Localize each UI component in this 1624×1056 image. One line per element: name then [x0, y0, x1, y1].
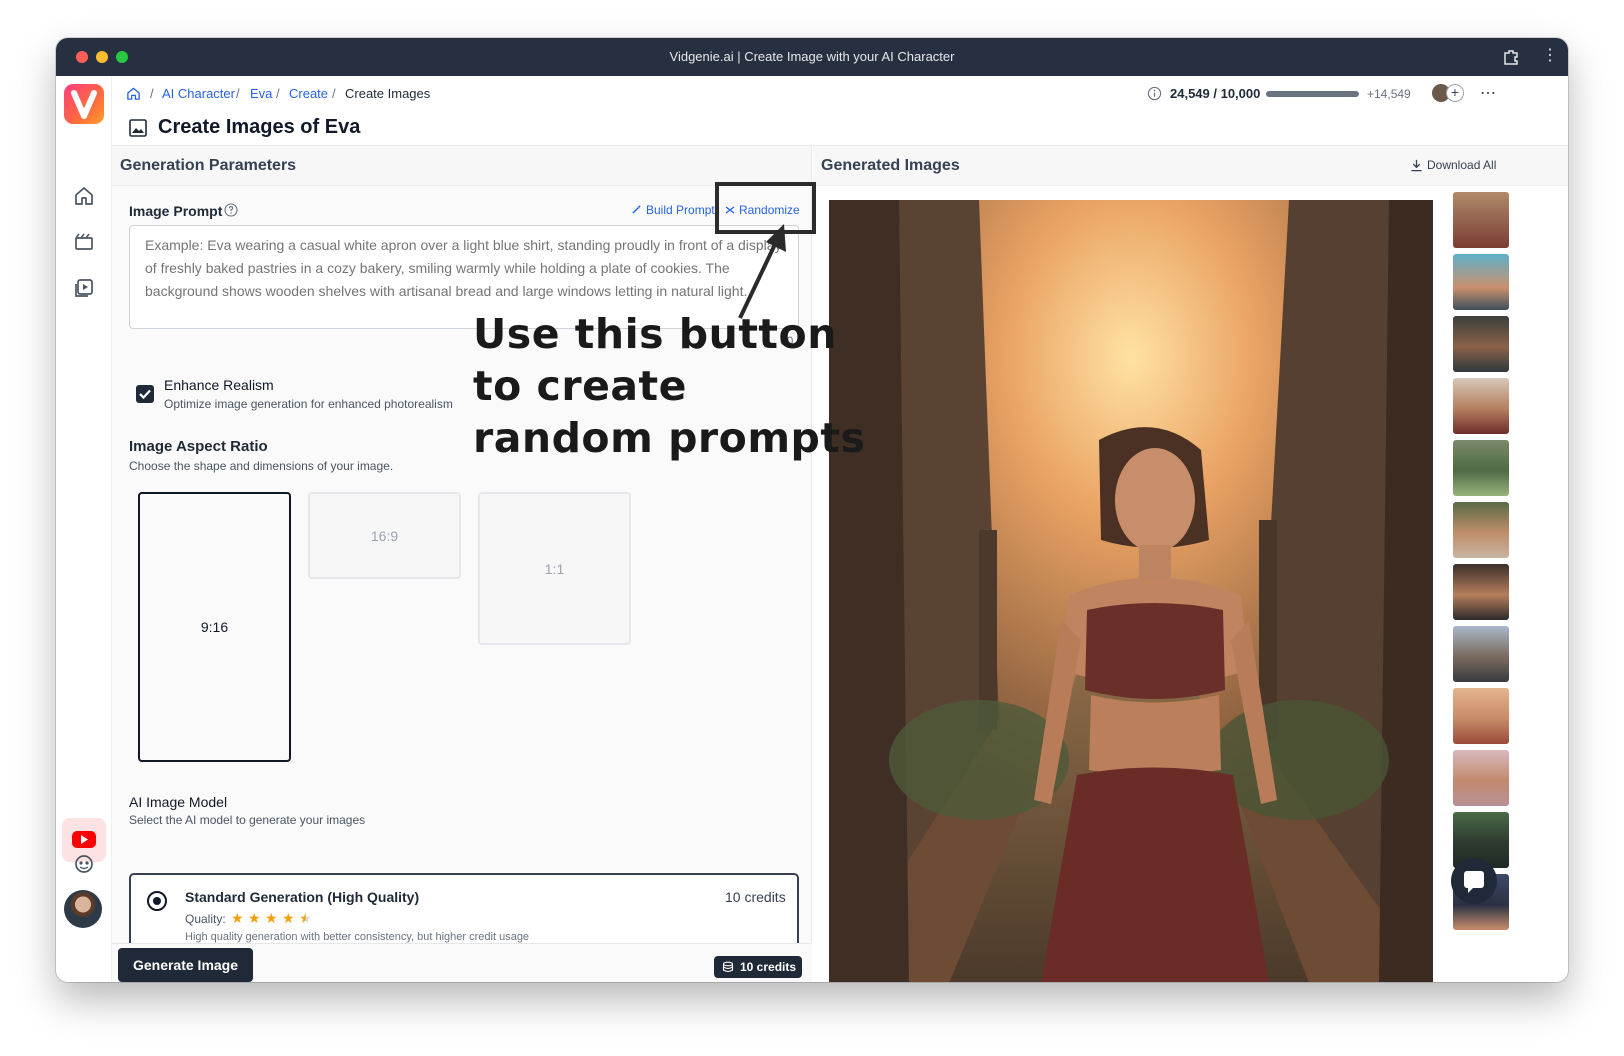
- aspect-option-16-9[interactable]: 16:9: [308, 492, 461, 579]
- generated-photo: [829, 200, 1433, 982]
- generation-parameters-panel: Generation Parameters Image Prompt Build…: [112, 145, 812, 982]
- model-option-description: High quality generation with better cons…: [185, 931, 530, 943]
- top-navigation-bar: / AI Character / Eva / Create / Create I…: [112, 76, 1568, 110]
- image-prompt-label: Image Prompt: [129, 203, 223, 219]
- chat-icon: [1464, 871, 1484, 893]
- generate-image-button[interactable]: Generate Image: [118, 948, 253, 982]
- database-icon: [722, 961, 734, 973]
- window-titlebar: Vidgenie.ai | Create Image with your AI …: [56, 38, 1568, 76]
- window-title: Vidgenie.ai | Create Image with your AI …: [669, 49, 955, 64]
- check-icon: [139, 389, 151, 400]
- breadcrumb-separator: /: [236, 86, 240, 101]
- credit-cost-text: 10 credits: [740, 960, 797, 974]
- more-vertical-icon[interactable]: ⋮: [1542, 47, 1558, 65]
- wand-icon: [632, 204, 642, 214]
- breadcrumb-current: Create Images: [345, 86, 431, 101]
- video-library-icon[interactable]: [72, 276, 96, 300]
- annotation-arrow: [738, 224, 786, 319]
- help-circle-icon[interactable]: [224, 203, 238, 217]
- clapperboard-icon[interactable]: [72, 230, 96, 254]
- thumbnail-image[interactable]: [1453, 688, 1509, 744]
- aspect-option-label: 9:16: [200, 619, 229, 635]
- thumbnail-image[interactable]: [1453, 626, 1509, 682]
- home-icon[interactable]: [72, 184, 96, 208]
- panel-heading: Generation Parameters: [120, 157, 297, 174]
- download-icon: [1411, 159, 1422, 172]
- chat-support-button[interactable]: [1451, 858, 1497, 904]
- thumbnail-image[interactable]: [1453, 192, 1509, 248]
- annotation-line: Use this button: [473, 310, 837, 358]
- logo-v-icon: [71, 90, 97, 119]
- user-avatar[interactable]: [64, 890, 102, 928]
- half-star-icon: ★: [299, 910, 312, 926]
- credits-extra: +14,549: [1367, 87, 1411, 101]
- thumbnail-image[interactable]: [1453, 502, 1509, 558]
- credits-usage: 24,549 / 10,000: [1170, 86, 1261, 101]
- page-header: Create Images of Eva: [112, 110, 1568, 144]
- app-logo[interactable]: [64, 84, 104, 124]
- panel-heading: Generated Images: [821, 157, 960, 174]
- enhance-realism-description: Optimize image generation for enhanced p…: [164, 397, 453, 411]
- info-icon[interactable]: [1147, 86, 1162, 101]
- thumbnail-image[interactable]: [1453, 750, 1509, 806]
- credit-cost-badge: 10 credits: [714, 956, 802, 978]
- page-title: Create Images of Eva: [158, 116, 361, 138]
- extension-icon[interactable]: [1502, 48, 1520, 66]
- enhance-realism-checkbox[interactable]: [136, 385, 154, 403]
- aspect-option-9-16[interactable]: 9:16: [138, 492, 291, 762]
- aspect-option-label: 1:1: [544, 560, 565, 577]
- breadcrumb-eva[interactable]: Eva: [250, 86, 272, 101]
- credits-progress-fill: [1266, 91, 1359, 97]
- breadcrumb-ai-character[interactable]: AI Character: [162, 86, 235, 101]
- action-bar: Generate Image 10 credits: [112, 943, 812, 982]
- annotation-line: random prompts: [473, 414, 866, 462]
- aspect-option-label: 16:9: [370, 527, 399, 544]
- star-icon: ★: [282, 910, 295, 926]
- thumbnail-image[interactable]: [1453, 316, 1509, 372]
- aspect-ratio-label: Image Aspect Ratio: [129, 438, 268, 455]
- aspect-option-1-1[interactable]: 1:1: [478, 492, 631, 645]
- discord-icon[interactable]: [72, 852, 96, 876]
- build-prompt-button[interactable]: Build Prompt: [646, 203, 715, 217]
- app-sidebar: [56, 76, 112, 982]
- generated-images-panel: Generated Images Download All: [813, 145, 1568, 982]
- quality-label: Quality:: [185, 912, 226, 926]
- generated-image-preview[interactable]: [829, 200, 1433, 982]
- aspect-ratio-description: Choose the shape and dimensions of your …: [129, 459, 394, 473]
- annotation-callout: Use this button to create random prompts: [473, 308, 865, 464]
- thumbnail-image[interactable]: [1453, 378, 1509, 434]
- panel-header: Generation Parameters: [112, 146, 811, 186]
- thumbnail-image[interactable]: [1453, 254, 1509, 310]
- thumbnail-image[interactable]: [1453, 564, 1509, 620]
- ai-model-label: AI Image Model: [129, 794, 228, 810]
- star-icon: ★: [231, 910, 244, 926]
- breadcrumb-create[interactable]: Create: [289, 86, 328, 101]
- credits-progress-bar: [1266, 91, 1359, 97]
- annotation-line: to create: [473, 362, 687, 410]
- ai-model-description: Select the AI model to generate your ima…: [129, 813, 366, 827]
- star-icon: ★: [265, 910, 278, 926]
- download-all-button[interactable]: Download All: [1427, 158, 1496, 172]
- breadcrumb-separator: /: [332, 86, 336, 101]
- breadcrumb-separator: /: [276, 86, 280, 101]
- thumbnail-image[interactable]: [1453, 440, 1509, 496]
- panel-header: Generated Images Download All: [813, 146, 1568, 186]
- image-icon: [129, 119, 147, 137]
- enhance-realism-label: Enhance Realism: [164, 377, 274, 393]
- breadcrumb-separator: /: [150, 86, 154, 101]
- browser-window: Vidgenie.ai | Create Image with your AI …: [56, 38, 1568, 982]
- model-option-title: Standard Generation (High Quality): [185, 889, 420, 905]
- model-option-standard[interactable]: Standard Generation (High Quality) 10 cr…: [129, 873, 799, 943]
- add-member-icon[interactable]: +: [1446, 84, 1464, 102]
- star-icon: ★: [248, 910, 261, 926]
- model-option-credits: 10 credits: [725, 889, 786, 905]
- more-options-icon[interactable]: ⋯: [1480, 83, 1496, 103]
- breadcrumb-home-icon[interactable]: [126, 86, 141, 101]
- model-radio[interactable]: [147, 891, 167, 911]
